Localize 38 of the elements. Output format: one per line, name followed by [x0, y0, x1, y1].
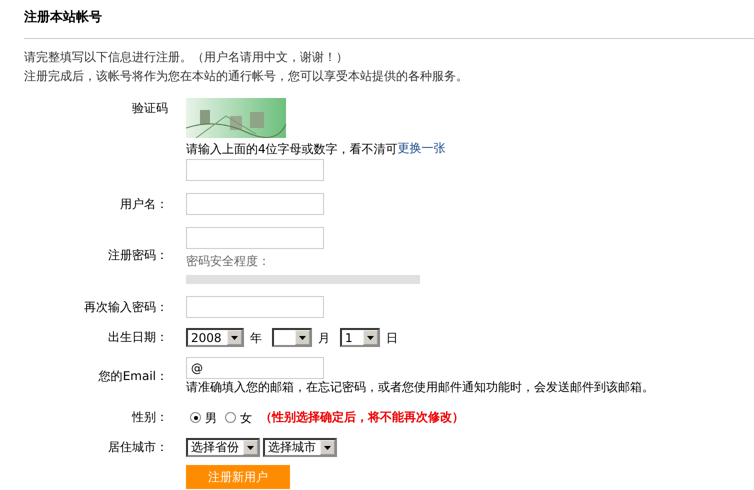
password-input[interactable]	[186, 227, 324, 249]
field-label: 出生日期：	[108, 329, 168, 346]
radio-label: 男	[205, 410, 217, 426]
date-unit: 日	[386, 330, 398, 346]
radio-label: 女	[240, 410, 252, 426]
field-label: 验证码	[132, 100, 168, 117]
username-input[interactable]	[186, 193, 324, 215]
caret-icon	[367, 336, 374, 340]
date-unit: 月	[318, 330, 330, 346]
caret-icon	[231, 336, 238, 340]
email-input[interactable]: @	[186, 357, 324, 379]
captcha-input[interactable]	[186, 159, 324, 181]
city-select[interactable]: 选择省份	[186, 438, 260, 457]
date-select[interactable]	[272, 328, 312, 347]
intro-text: 注册完成后，该帐号将作为您在本站的通行帐号，您可以享受本站提供的各种服务。	[24, 68, 469, 85]
page-title: 注册本站帐号	[24, 8, 102, 27]
field-label: 注册密码：	[108, 247, 168, 264]
email-hint: 请准确填入您的邮箱，在忘记密码，或者您使用邮件通知功能时，会发送邮件到该邮箱。	[186, 379, 654, 395]
field-label: 您的Email：	[98, 368, 168, 384]
caret-icon	[299, 336, 306, 340]
gender-warning: （性别选择确定后，将不能再次修改）	[260, 409, 464, 426]
date-unit: 年	[250, 330, 262, 346]
strength-label: 密码安全程度：	[186, 253, 270, 269]
radio-button[interactable]	[225, 412, 236, 423]
date-select[interactable]: 2008	[186, 328, 244, 347]
field-label: 性别：	[132, 409, 168, 426]
refresh-link[interactable]: 更换一张	[398, 140, 446, 157]
confirm-input[interactable]	[186, 296, 324, 318]
field-label: 居住城市：	[108, 439, 168, 456]
field-label: 再次输入密码：	[84, 298, 168, 316]
caret-icon	[247, 446, 254, 450]
field-label: 用户名：	[120, 196, 168, 212]
intro-text: 请完整填写以下信息进行注册。（用户名请用中文，谢谢！）	[24, 49, 349, 66]
captcha-hint: 请输入上面的4位字母或数字，看不清可	[186, 140, 398, 156]
date-select[interactable]: 1	[340, 328, 380, 347]
city-select[interactable]: 选择城市	[263, 438, 337, 457]
caret-icon	[324, 446, 331, 450]
radio-button[interactable]	[190, 412, 201, 423]
